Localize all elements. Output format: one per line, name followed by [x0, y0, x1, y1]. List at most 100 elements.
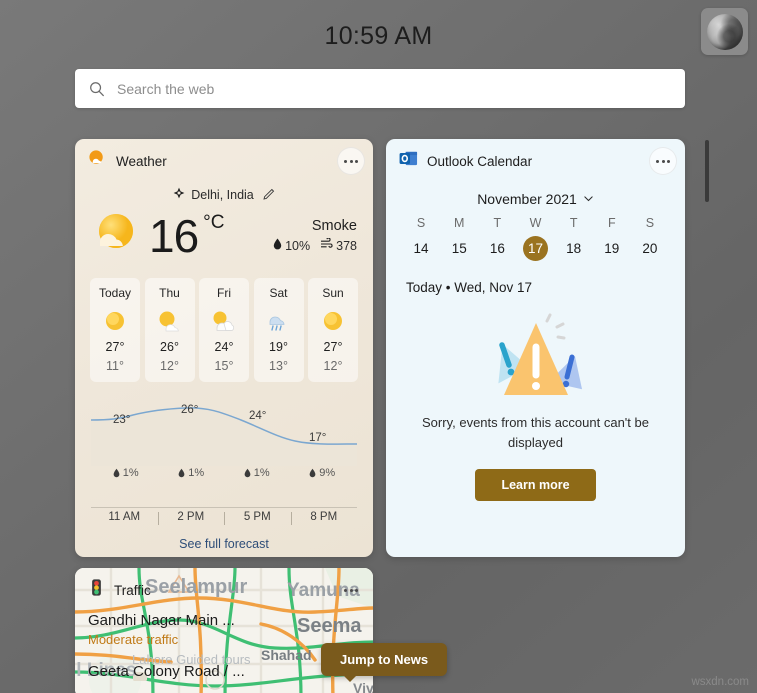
day-rain-icon [254, 306, 304, 336]
search-icon [89, 81, 105, 97]
learn-more-button[interactable]: Learn more [475, 469, 596, 502]
traffic-route-primary[interactable]: Gandhi Nagar Main ... [88, 612, 373, 629]
hourly-precip-value: 1% [122, 467, 139, 479]
weather-current: 16 °C Smoke 10% 378 [75, 202, 373, 264]
forecast-day[interactable]: Sun 27° 12° [308, 278, 358, 382]
calendar-day-name: T [493, 216, 502, 230]
calendar-day-cell-selected[interactable]: 17 [516, 236, 554, 262]
calendar-day-cell[interactable]: 20 [631, 236, 669, 262]
day-high: 19° [269, 340, 288, 354]
see-full-forecast-link[interactable]: See full forecast [75, 537, 373, 551]
forecast-day[interactable]: Fri 24° 15° [199, 278, 249, 382]
current-temperature: 16 [149, 209, 199, 262]
precipitation-value: 10% [285, 238, 311, 253]
traffic-more-options-button[interactable] [337, 576, 365, 604]
forecast-day[interactable]: Sat 19° 13° [253, 278, 304, 382]
hourly-precip: 1% [224, 467, 290, 479]
day-high: 26° [160, 340, 179, 354]
outlook-header: Outlook Calendar [386, 139, 685, 183]
weather-header: Weather [75, 139, 373, 183]
calendar-day-cell[interactable]: 16 [478, 236, 516, 262]
hourly-precipitation-row: 1% 1% 1% 9% [91, 467, 357, 479]
calendar-day-name: M [454, 216, 465, 230]
calendar-error-message: Sorry, events from this account can't be… [422, 415, 649, 451]
condition-stats: 10% 378 [273, 237, 357, 253]
hourly-temp-label: 26° [181, 404, 199, 416]
day-high: 27° [323, 340, 343, 354]
calendar-day-value: 19 [604, 241, 620, 256]
calendar-day-name: F [607, 216, 616, 230]
sun-cloud-icon [88, 149, 107, 173]
day-low: 11° [106, 359, 124, 373]
calendar-day-value: 14 [413, 241, 429, 256]
hourly-time: 8 PM [290, 511, 358, 525]
forecast-day[interactable]: Today 27° 11° [90, 278, 140, 382]
water-drop-icon [178, 468, 185, 478]
today-date-label: Today • Wed, Nov 17 [406, 280, 533, 295]
chevron-down-icon [583, 191, 594, 207]
calendar-day-name: S [645, 216, 655, 230]
scrollbar[interactable] [705, 140, 709, 470]
weather-more-options-button[interactable] [337, 147, 365, 175]
calendar-day-names: S M T W T F S [386, 216, 685, 230]
calendar-month-label: November 2021 [477, 191, 577, 207]
weather-widget[interactable]: Weather Delhi, India 16 °C Smoke 10% 378… [75, 139, 373, 557]
day-sunny-icon [308, 306, 358, 336]
water-drop-icon [309, 468, 316, 478]
scrollbar-thumb[interactable] [705, 140, 709, 202]
calendar-day-value: 20 [642, 241, 658, 256]
water-drop-icon [244, 468, 251, 478]
day-name: Sun [322, 286, 344, 300]
weather-location[interactable]: Delhi, India [75, 187, 373, 202]
calendar-day-name: T [569, 216, 578, 230]
hourly-temp-label: 24° [249, 410, 267, 422]
calendar-month-selector[interactable]: November 2021 [386, 191, 685, 207]
hourly-precip-value: 1% [253, 467, 270, 479]
outlook-more-options-button[interactable] [649, 147, 677, 175]
jump-to-news-button[interactable]: Jump to News [321, 643, 448, 682]
day-name: Sat [269, 286, 288, 300]
weather-location-label: Delhi, India [191, 187, 254, 202]
pencil-edit-icon[interactable] [262, 188, 275, 201]
hourly-precip: 1% [159, 467, 225, 479]
traffic-title: Traffic [114, 582, 151, 598]
clock: 10:59 AM [324, 22, 433, 50]
air-quality-icon [320, 237, 333, 253]
calendar-day-cell[interactable]: 15 [440, 236, 478, 262]
day-low: 13° [269, 359, 288, 373]
day-high: 27° [105, 340, 125, 354]
avatar-image [706, 13, 743, 50]
condition-block: Smoke 10% 378 [273, 218, 357, 253]
day-partly-cloudy-icon [145, 306, 195, 336]
avatar[interactable] [701, 8, 748, 55]
hourly-precip-value: 9% [319, 467, 336, 479]
precipitation-stat: 10% [273, 238, 310, 253]
forecast-days: Today 27° 11° Thu 26° 12° Fri 24° 15° Sa… [75, 264, 373, 382]
warning-triangle-icon [386, 305, 685, 401]
hourly-time-axis: 11 AM 2 PM 5 PM 8 PM [91, 507, 358, 525]
search-input[interactable]: Search the web [75, 69, 685, 108]
day-mostly-cloudy-icon [199, 306, 249, 336]
aqi-value: 378 [336, 238, 357, 253]
day-low: 12° [160, 359, 179, 373]
forecast-day[interactable]: Thu 26° 12° [144, 278, 195, 382]
calendar-day-numbers: 14 15 16 17 18 19 20 [386, 236, 685, 262]
day-low: 15° [214, 359, 234, 373]
calendar-day-cell[interactable]: 18 [555, 236, 593, 262]
condition-name: Smoke [311, 218, 357, 234]
calendar-day-cell[interactable]: 19 [593, 236, 631, 262]
traffic-header: Traffic [75, 568, 373, 612]
outlook-icon [399, 149, 418, 173]
temperature-unit: °C [203, 212, 225, 233]
calendar-day-name: W [529, 216, 542, 230]
day-sunny-icon [90, 306, 140, 336]
hourly-temp-label: 23° [113, 414, 131, 426]
calendar-day-cell[interactable]: 14 [402, 236, 440, 262]
day-name: Thu [159, 286, 180, 300]
outlook-calendar-widget[interactable]: Outlook Calendar November 2021 S M T W T… [386, 139, 685, 557]
hourly-forecast-chart: 23° 26° 24° 17° 1% 1% 1% 9% [91, 404, 357, 504]
location-pin-icon [173, 187, 185, 202]
hourly-precip: 9% [290, 467, 356, 479]
current-condition-icon [91, 208, 143, 263]
water-drop-icon [273, 238, 282, 253]
